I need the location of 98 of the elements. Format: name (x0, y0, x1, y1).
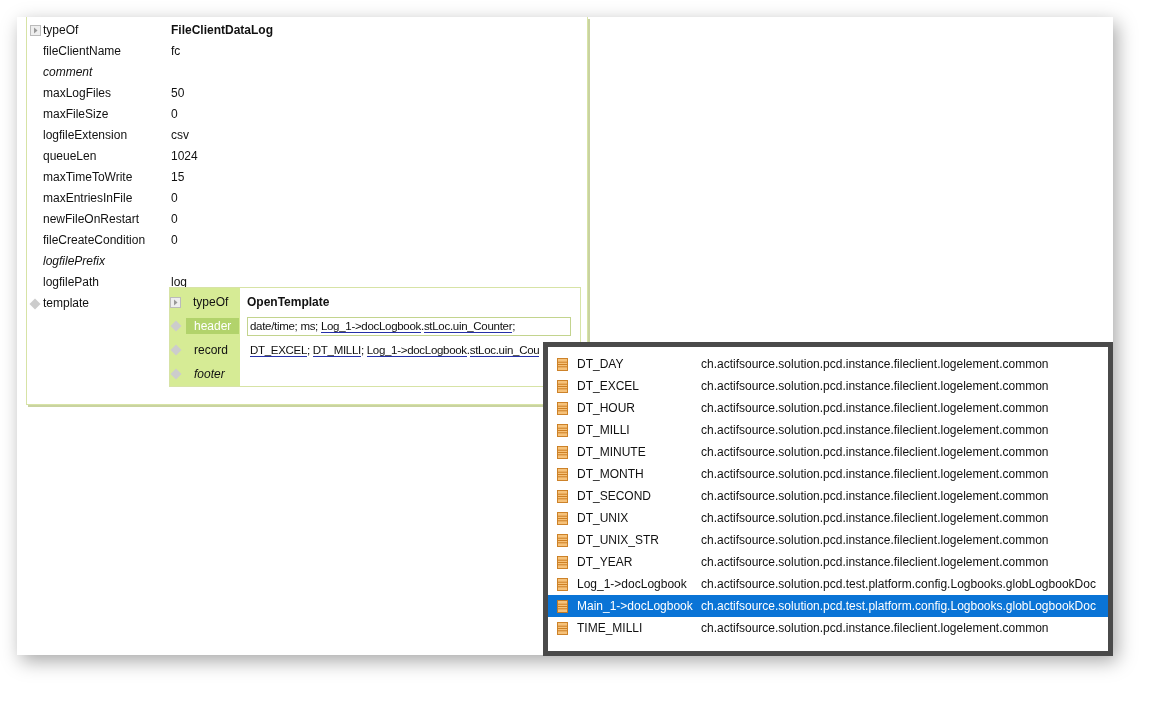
completion-package: ch.actifsource.solution.pcd.instance.fileclient.logelement.common (701, 621, 1049, 635)
diamond-icon[interactable] (170, 320, 182, 332)
property-name: logfilePrefix (43, 253, 107, 269)
completion-item[interactable]: DT_EXCEL ch.actifsource.solution.pcd.instance.fileclient.logelement.common (548, 375, 1108, 397)
property-value[interactable]: 0 (171, 190, 178, 206)
completion-item[interactable]: DT_DAY ch.actifsource.solution.pcd.instance.fileclient.logelement.common (548, 353, 1108, 375)
completion-package: ch.actifsource.solution.pcd.instance.fileclient.logelement.common (701, 379, 1049, 393)
property-name: typeOf (43, 22, 80, 38)
completion-package: ch.actifsource.solution.pcd.test.platform.config.Logbooks.globLogbookDoc (701, 599, 1096, 613)
property-name: maxLogFiles (43, 85, 113, 101)
property-value[interactable]: 0 (171, 211, 178, 227)
completion-item[interactable]: DT_HOUR ch.actifsource.solution.pcd.instance.fileclient.logelement.common (548, 397, 1108, 419)
expand-icon[interactable] (29, 25, 41, 36)
completion-name: DT_YEAR (577, 555, 634, 569)
property-value[interactable]: 0 (171, 106, 178, 122)
template-field-name[interactable]: typeOf (185, 294, 237, 310)
property-value[interactable]: 50 (171, 85, 185, 101)
list-icon (557, 577, 568, 591)
completion-name: DT_MILLI (577, 423, 631, 437)
property-name: fileCreateCondition (43, 232, 147, 248)
list-icon (557, 379, 568, 393)
property-value[interactable]: csv (171, 127, 189, 143)
list-icon (557, 357, 568, 371)
list-icon (557, 555, 568, 569)
completion-package: ch.actifsource.solution.pcd.test.platform.config.Logbooks.globLogbookDoc (701, 577, 1096, 591)
list-icon (557, 489, 568, 503)
completion-name: Log_1->docLogbook (577, 577, 688, 591)
completion-item[interactable]: Main_1->docLogbook ch.actifsource.solution.pcd.test.platform.config.Logbooks.globLogbookDoc (548, 595, 1108, 617)
property-name: newFileOnRestart (43, 211, 141, 227)
list-icon (557, 423, 568, 437)
completion-item[interactable]: DT_UNIX ch.actifsource.solution.pcd.instance.fileclient.logelement.common (548, 507, 1108, 529)
template-field-name[interactable]: footer (186, 366, 233, 382)
property-name: logfilePath (43, 274, 101, 290)
expression-text: . (466, 343, 470, 356)
property-name: maxEntriesInFile (43, 190, 134, 206)
property-name: queueLen (43, 148, 98, 164)
property-value[interactable]: fc (171, 43, 181, 59)
expression-text: ; (512, 319, 516, 332)
completion-name: DT_SECOND (577, 489, 652, 503)
completion-name: DT_EXCEL (577, 379, 641, 393)
completion-package: ch.actifsource.solution.pcd.instance.fileclient.logelement.common (701, 511, 1049, 525)
property-name: maxFileSize (43, 106, 110, 122)
expression-text: ; (307, 343, 311, 356)
completion-name: DT_DAY (577, 357, 625, 371)
completion-item[interactable]: DT_MILLI ch.actifsource.solution.pcd.instance.fileclient.logelement.common (548, 419, 1108, 441)
template-field-name[interactable]: record (186, 342, 236, 358)
completion-package: ch.actifsource.solution.pcd.instance.fileclient.logelement.common (701, 489, 1049, 503)
property-value[interactable]: 0 (171, 232, 178, 248)
template-type-value[interactable]: OpenTemplate (247, 295, 330, 309)
expression-field[interactable]: DT_EXCEL; DT_MILLI; Log_1->docLogbook.stLoc.uin_Cou (247, 340, 543, 360)
completion-item[interactable]: DT_MONTH ch.actifsource.solution.pcd.instance.fileclient.logelement.common (548, 463, 1108, 485)
completion-name: DT_UNIX_STR (577, 533, 660, 547)
completion-package: ch.actifsource.solution.pcd.instance.fileclient.logelement.common (701, 401, 1049, 415)
completion-item[interactable]: DT_SECOND ch.actifsource.solution.pcd.instance.fileclient.logelement.common (548, 485, 1108, 507)
property-name: logfileExtension (43, 127, 129, 143)
list-icon (557, 467, 568, 481)
completion-package: ch.actifsource.solution.pcd.instance.fileclient.logelement.common (701, 467, 1049, 481)
property-value[interactable]: 1024 (171, 148, 198, 164)
expand-icon[interactable] (170, 296, 181, 308)
completion-name: DT_MINUTE (577, 445, 647, 459)
list-icon (557, 533, 568, 547)
property-name: fileClientName (43, 43, 123, 59)
reference-link[interactable]: Log_1->docLogbook (320, 319, 421, 333)
completion-item[interactable]: Log_1->docLogbook ch.actifsource.solution.pcd.test.platform.config.Logbooks.globLogbookDoc (548, 573, 1108, 595)
list-icon (557, 621, 568, 635)
diamond-icon[interactable] (170, 344, 182, 356)
diamond-icon[interactable] (29, 298, 41, 310)
reference-link[interactable]: DT_MILLI (312, 343, 361, 357)
property-name: maxTimeToWrite (43, 169, 134, 185)
list-icon (557, 599, 568, 613)
list-icon (557, 511, 568, 525)
property-name: comment (43, 64, 94, 80)
expression-text: . (421, 319, 424, 332)
expression-field[interactable]: date/time; ms; Log_1->docLogbook.stLoc.uin_Counter; (247, 316, 571, 336)
completion-item[interactable]: DT_UNIX_STR ch.actifsource.solution.pcd.instance.fileclient.logelement.common (548, 529, 1108, 551)
completion-package: ch.actifsource.solution.pcd.instance.fileclient.logelement.common (701, 555, 1049, 569)
property-name: template (43, 295, 91, 311)
completion-package: ch.actifsource.solution.pcd.instance.fileclient.logelement.common (701, 533, 1049, 547)
diamond-icon[interactable] (170, 368, 182, 380)
completion-name: Main_1->docLogbook (577, 599, 694, 613)
property-value[interactable]: 15 (171, 169, 185, 185)
completion-name: TIME_MILLI (577, 621, 644, 635)
expression-text: ; (360, 343, 365, 356)
property-value[interactable]: FileClientDataLog (171, 22, 273, 38)
expression-text: date/time; ms; (250, 319, 320, 332)
completion-package: ch.actifsource.solution.pcd.instance.fileclient.logelement.common (701, 445, 1049, 459)
completion-package: ch.actifsource.solution.pcd.instance.fileclient.logelement.common (701, 357, 1049, 371)
reference-link[interactable]: Log_1->docLogbook (366, 343, 467, 357)
list-icon (557, 445, 568, 459)
completion-item[interactable]: TIME_MILLI ch.actifsource.solution.pcd.instance.fileclient.logelement.common (548, 617, 1108, 639)
completion-package: ch.actifsource.solution.pcd.instance.fileclient.logelement.common (701, 423, 1049, 437)
completion-item[interactable]: DT_YEAR ch.actifsource.solution.pcd.instance.fileclient.logelement.common (548, 551, 1108, 573)
completion-item[interactable]: DT_MINUTE ch.actifsource.solution.pcd.instance.fileclient.logelement.common (548, 441, 1108, 463)
list-icon (557, 401, 568, 415)
completion-name: DT_MONTH (577, 467, 645, 481)
reference-link[interactable]: stLoc.uin_Cou (469, 343, 540, 357)
completion-name: DT_HOUR (577, 401, 636, 415)
completion-name: DT_UNIX (577, 511, 630, 525)
